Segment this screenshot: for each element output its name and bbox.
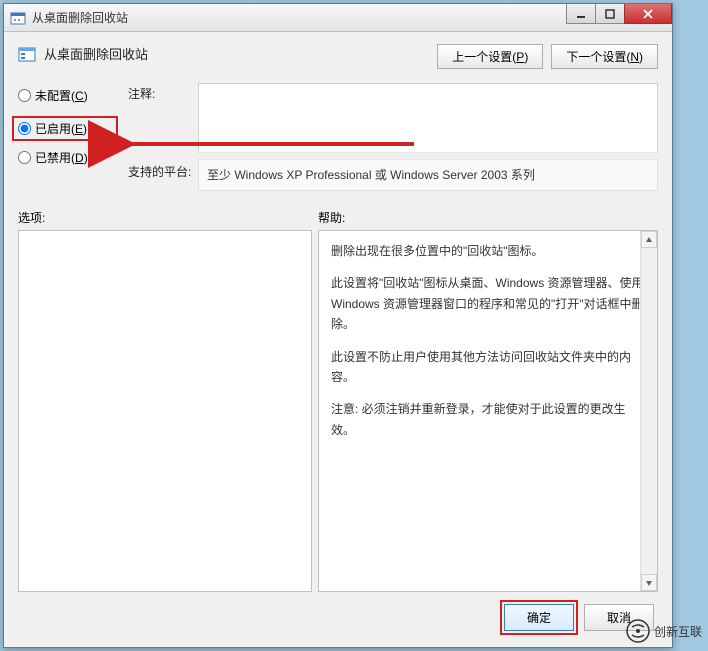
window-title: 从桌面删除回收站: [32, 9, 128, 26]
dialog-footer: 确定 取消: [18, 592, 658, 635]
watermark: 创新互联: [626, 619, 702, 643]
platform-label: 支持的平台:: [128, 159, 198, 180]
help-text: 注意: 必须注销并重新登录，才能使对于此设置的更改生效。: [331, 399, 645, 440]
options-panel: [18, 230, 312, 592]
next-setting-button[interactable]: 下一个设置(N): [551, 44, 658, 69]
help-panel: 删除出现在很多位置中的"回收站"图标。 此设置将"回收站"图标从桌面、Windo…: [318, 230, 658, 592]
titlebar: 从桌面删除回收站: [4, 4, 672, 32]
comment-textbox[interactable]: [198, 83, 658, 153]
radio-disabled-input[interactable]: [18, 151, 31, 164]
help-text: 删除出现在很多位置中的"回收站"图标。: [331, 241, 645, 261]
platform-text: 至少 Windows XP Professional 或 Windows Ser…: [198, 159, 658, 191]
radio-not-configured[interactable]: 未配置(C): [18, 87, 128, 104]
radio-enabled-input[interactable]: [18, 122, 31, 135]
policy-icon: [18, 45, 36, 63]
scroll-track[interactable]: [641, 248, 657, 574]
policy-title: 从桌面删除回收站: [44, 44, 148, 63]
minimize-button[interactable]: [566, 4, 596, 24]
dialog-window: 从桌面删除回收站 从桌面删除回收站 上一个设置(P) 下一个设置(N): [3, 3, 673, 648]
help-text: 此设置不防止用户使用其他方法访问回收站文件夹中的内容。: [331, 347, 645, 388]
help-text: 此设置将"回收站"图标从桌面、Windows 资源管理器、使用 Windows …: [331, 273, 645, 334]
comment-label: 注释:: [128, 83, 198, 102]
window-buttons: [567, 4, 672, 24]
scroll-down-icon[interactable]: [641, 574, 657, 591]
radio-not-configured-input[interactable]: [18, 89, 31, 102]
prev-setting-button[interactable]: 上一个设置(P): [437, 44, 543, 69]
maximize-button[interactable]: [595, 4, 625, 24]
watermark-logo-icon: [626, 619, 650, 643]
window-icon: [10, 10, 26, 26]
radio-enabled[interactable]: 已启用(E): [12, 116, 118, 141]
help-scrollbar[interactable]: [640, 231, 657, 591]
scroll-up-icon[interactable]: [641, 231, 657, 248]
help-label: 帮助:: [318, 209, 345, 226]
radio-group: 未配置(C) 已启用(E) 已禁用(D): [18, 83, 128, 191]
dialog-body: 从桌面删除回收站 上一个设置(P) 下一个设置(N) 未配置(C) 已启用(E): [4, 32, 672, 647]
watermark-text: 创新互联: [654, 623, 702, 640]
radio-disabled[interactable]: 已禁用(D): [18, 149, 128, 166]
close-button[interactable]: [624, 4, 672, 24]
options-label: 选项:: [18, 209, 318, 226]
ok-button[interactable]: 确定: [504, 604, 574, 631]
